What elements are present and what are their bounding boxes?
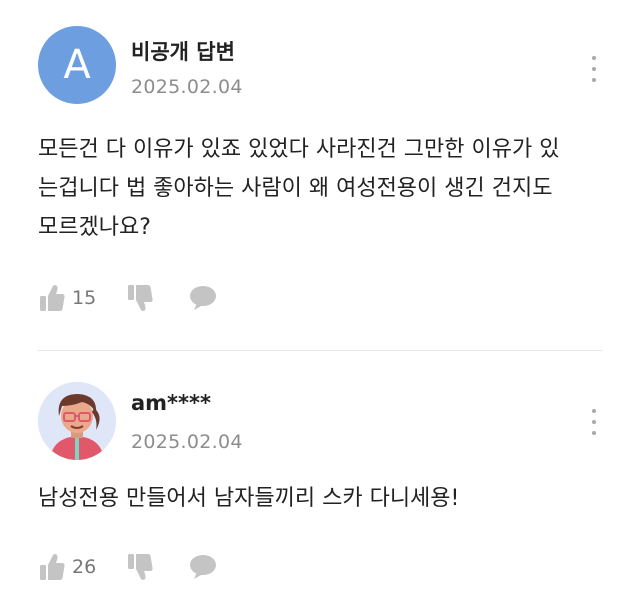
avatar-letter: A xyxy=(63,42,91,88)
dislike-button[interactable] xyxy=(126,283,154,313)
reply-button[interactable] xyxy=(188,284,218,312)
user-avatar-icon xyxy=(38,382,116,460)
comment-date: 2025.02.04 xyxy=(131,431,243,453)
avatar[interactable]: A xyxy=(38,26,116,104)
thumbs-up-icon xyxy=(40,285,65,311)
comment-card: A 비공개 답변 2025.02.04 모든건 다 이유가 있죠 있었다 사라진… xyxy=(0,0,640,350)
comment-actions: 15 xyxy=(38,283,218,313)
comment-body: 남성전용 만들어서 남자들끼리 스카 다니세용! xyxy=(38,486,460,511)
more-options-icon[interactable] xyxy=(588,56,600,82)
thumbs-down-icon xyxy=(128,285,153,311)
thumbs-up-icon xyxy=(40,554,65,580)
speech-bubble-icon xyxy=(190,286,217,310)
author-name[interactable]: am**** xyxy=(131,391,211,415)
author-name[interactable]: 비공개 답변 xyxy=(131,36,235,66)
comment-date: 2025.02.04 xyxy=(131,76,243,98)
reply-button[interactable] xyxy=(188,553,218,581)
avatar[interactable] xyxy=(38,382,116,460)
comment-actions: 26 xyxy=(38,552,218,582)
comment-body: 모든건 다 이유가 있죠 있었다 사라진건 그만한 이유가 있 는겁니다 법 좋… xyxy=(38,137,560,240)
like-count: 15 xyxy=(72,287,97,309)
comment-card: am**** 2025.02.04 남성전용 만들어서 남자들끼리 스카 다니세… xyxy=(0,351,640,596)
like-button[interactable]: 15 xyxy=(38,283,96,313)
more-options-icon[interactable] xyxy=(588,409,600,435)
like-count: 26 xyxy=(72,556,97,578)
speech-bubble-icon xyxy=(190,555,217,579)
dislike-button[interactable] xyxy=(126,552,154,582)
like-button[interactable]: 26 xyxy=(38,552,96,582)
thumbs-down-icon xyxy=(128,554,153,580)
